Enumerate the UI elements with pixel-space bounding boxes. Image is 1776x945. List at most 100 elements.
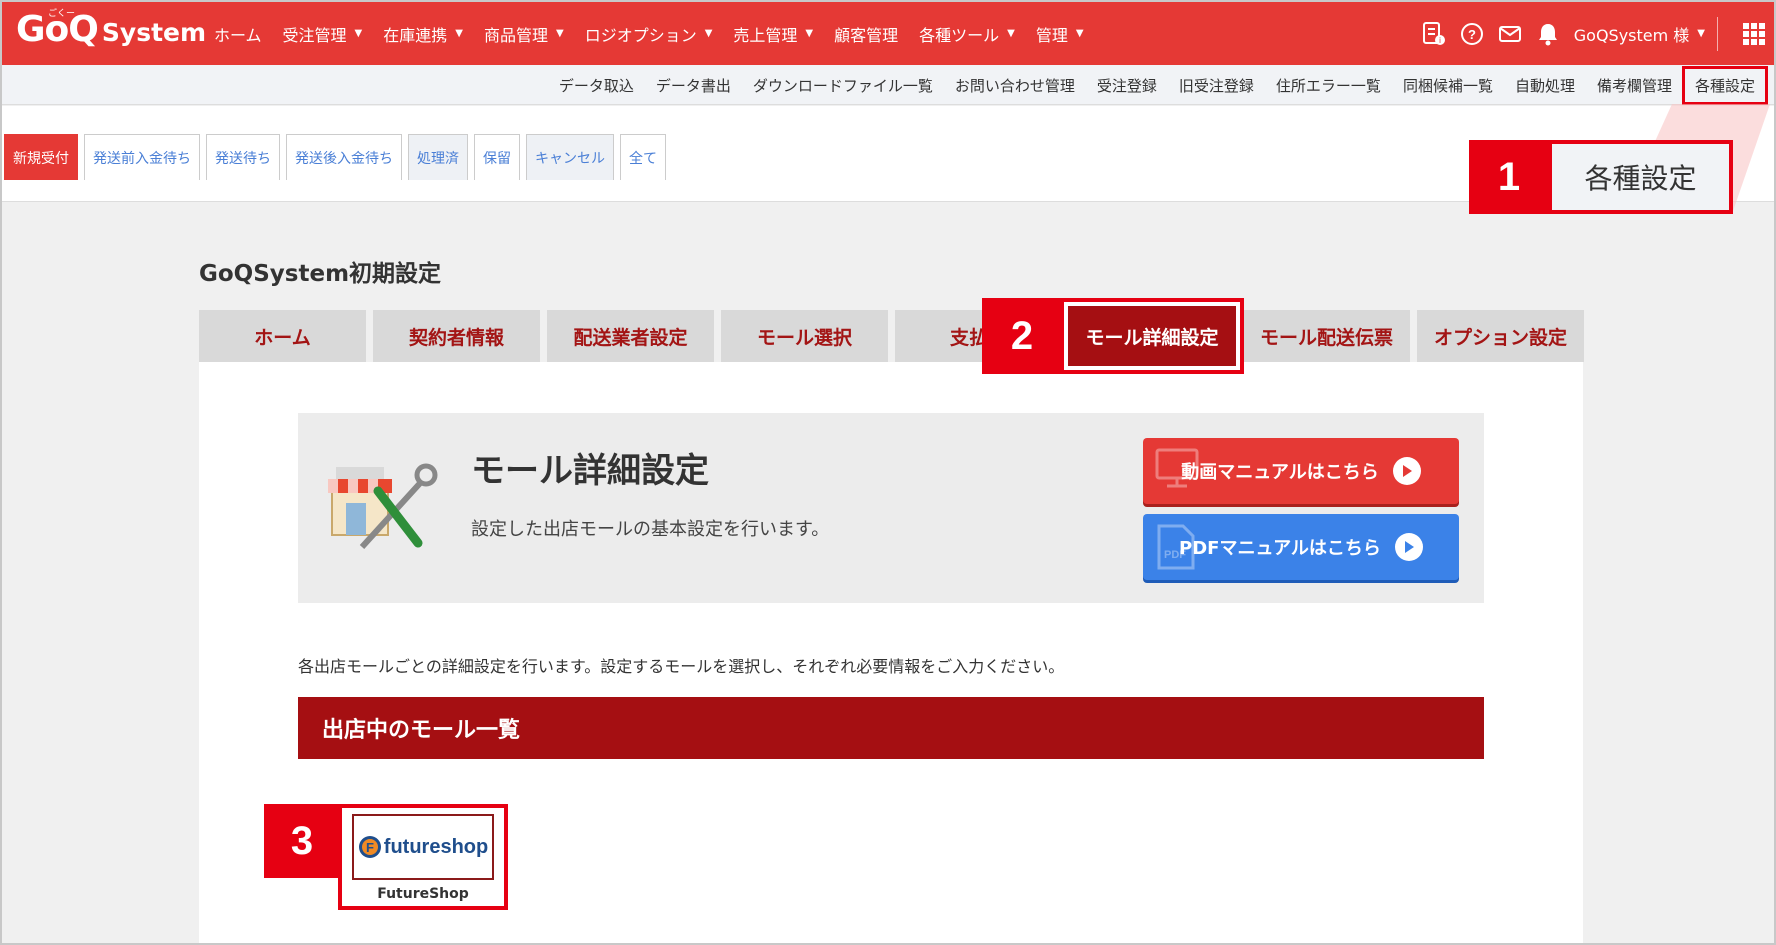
main-nav-item[interactable]: 管理 ▼: [1036, 22, 1084, 46]
settings-tab[interactable]: 契約者情報: [373, 310, 540, 362]
main-nav-item[interactable]: 売上管理 ▼: [733, 22, 813, 46]
main-nav-item[interactable]: 各種ツール ▼: [919, 22, 1015, 46]
hero-description: 設定した出店モールの基本設定を行います。: [471, 519, 830, 540]
status-tabs: 新規受付 発送前入金待ち 発送待ち 発送後入金待ち 処理済 保留 キャンセル 全て: [4, 134, 672, 180]
chevron-down-icon: ▼: [455, 28, 463, 39]
sub-nav-item[interactable]: 自動処理: [1515, 75, 1575, 96]
main-nav-item[interactable]: 受注管理 ▼: [283, 22, 363, 46]
chevron-down-icon: ▼: [555, 28, 564, 39]
sub-nav-item[interactable]: データ書出: [656, 75, 731, 96]
main-nav-item[interactable]: 顧客管理: [834, 22, 898, 46]
sub-nav-item[interactable]: 同梱候補一覧: [1403, 75, 1493, 96]
bell-icon[interactable]: [1534, 20, 1562, 48]
sub-nav-items: データ取込 データ書出 ダウンロードファイル一覧 お問い合わせ管理 受注登録 旧受注登録 住…: [537, 65, 1768, 105]
shop-tools-icon: [322, 451, 440, 555]
chevron-down-icon: ▼: [1075, 28, 1084, 39]
instruction-text: 各出店モールごとの詳細設定を行います。設定するモールを選択し、それぞれ必要情報を…: [298, 657, 1065, 676]
callout-1-number: 1: [1469, 140, 1549, 214]
tab-mall-detail-label: モール詳細設定: [1068, 306, 1236, 366]
settings-tab[interactable]: モール配送伝票: [1243, 310, 1410, 362]
futureshop-logo: F futureshop: [352, 814, 494, 880]
chevron-down-icon: ▼: [805, 28, 814, 39]
main-nav-item[interactable]: ホーム: [214, 22, 262, 46]
main-nav-label: 在庫連携: [383, 25, 448, 45]
sub-nav-item[interactable]: 旧受注登録: [1179, 75, 1254, 96]
main-nav-label: ホーム: [214, 25, 262, 45]
top-navbar: ごくー GoQ System ホーム 受注管理 ▼ 在庫連携 ▼ 商品管理 ▼ ロジオプション…: [2, 2, 1774, 65]
monitor-icon: [1155, 448, 1199, 493]
main-nav-label: 各種ツール: [919, 25, 1000, 45]
main-nav-item[interactable]: 商品管理 ▼: [484, 22, 564, 46]
main-nav-label: 顧客管理: [834, 25, 899, 45]
sub-nav: データ取込 データ書出 ダウンロードファイル一覧 お問い合わせ管理 受注登録 旧受注登録 住…: [2, 65, 1774, 105]
svg-text:F: F: [366, 840, 374, 855]
sub-nav-item[interactable]: データ取込: [559, 75, 634, 96]
settings-tab[interactable]: オプション設定: [1417, 310, 1584, 362]
pdf-manual-label: PDFマニュアルはこちら: [1179, 538, 1381, 559]
settings-tab[interactable]: 配送業者設定: [547, 310, 714, 362]
app-grid-icon[interactable]: [1740, 20, 1768, 48]
status-tab[interactable]: 全て: [620, 134, 666, 180]
user-name: GoQSystem 様: [1573, 25, 1690, 45]
main-nav-label: 売上管理: [733, 25, 798, 45]
logo-ruby: ごくー: [48, 9, 76, 19]
page-title: GoQSystem初期設定: [199, 261, 442, 287]
chevron-down-icon: ▼: [354, 28, 363, 39]
mail-icon[interactable]: [1496, 20, 1524, 48]
callout-3-number: 3: [264, 804, 340, 878]
sub-nav-item[interactable]: 住所エラー一覧: [1276, 75, 1381, 96]
svg-text:?: ?: [1468, 27, 1476, 42]
play-icon: [1394, 533, 1423, 561]
futureshop-logo-text: futureshop: [383, 835, 489, 858]
settings-tab[interactable]: ホーム: [199, 310, 366, 362]
main-nav-item[interactable]: ロジオプション ▼: [585, 22, 713, 46]
screenshot-frame: ごくー GoQ System ホーム 受注管理 ▼ 在庫連携 ▼ 商品管理 ▼ ロジオプション…: [0, 0, 1776, 945]
sub-nav-item[interactable]: 備考欄管理: [1597, 75, 1672, 96]
hero-title: モール詳細設定: [471, 451, 709, 491]
document-info-icon[interactable]: i: [1420, 20, 1448, 48]
sub-nav-item[interactable]: ダウンロードファイル一覧: [753, 75, 933, 96]
chevron-down-icon: ▼: [1697, 28, 1705, 39]
help-icon[interactable]: ?: [1458, 20, 1486, 48]
user-menu[interactable]: GoQSystem 様 ▼: [1574, 22, 1705, 46]
chevron-down-icon: ▼: [1007, 28, 1015, 39]
pdf-manual-button[interactable]: PDF PDFマニュアルはこちら: [1143, 514, 1459, 580]
play-icon: [1392, 457, 1421, 485]
video-manual-button[interactable]: 動画マニュアルはこちら: [1143, 438, 1459, 504]
svg-text:i: i: [1439, 36, 1441, 45]
status-tab[interactable]: 新規受付: [4, 134, 78, 180]
svg-text:PDF: PDF: [1164, 549, 1186, 561]
settings-tab[interactable]: モール選択: [721, 310, 888, 362]
nav-divider: [1717, 16, 1718, 51]
main-nav-label: 受注管理: [282, 25, 347, 45]
mall-card-futureshop[interactable]: F futureshop FutureShop: [338, 804, 508, 910]
main-nav-label: 商品管理: [483, 25, 548, 45]
status-tab[interactable]: 保留: [474, 134, 520, 180]
hero-panel: モール詳細設定 設定した出店モールの基本設定を行います。 動画マニュアルはこちら…: [298, 413, 1484, 603]
callout-1-label: 各種設定: [1548, 140, 1733, 214]
sub-nav-item[interactable]: 受注登録: [1097, 75, 1157, 96]
main-nav: ホーム 受注管理 ▼ 在庫連携 ▼ 商品管理 ▼ ロジオプション ▼ 売上管理 ▼ 顧客管理 各種ツール…: [214, 2, 1105, 65]
status-tab[interactable]: 処理済: [408, 134, 468, 180]
logo-sub-text: System: [101, 18, 207, 47]
tab-mall-detail-settings[interactable]: モール詳細設定: [1060, 298, 1244, 374]
chevron-down-icon: ▼: [704, 28, 713, 39]
mall-name: FutureShop: [377, 886, 469, 902]
status-tab[interactable]: 発送待ち: [206, 134, 280, 180]
settings-tabs: ホーム 契約者情報 配送業者設定 モール選択 支払い モール配送伝票 オプション設定: [199, 310, 1591, 362]
futureshop-emblem-icon: F: [358, 836, 381, 858]
status-tab[interactable]: キャンセル: [526, 134, 614, 180]
goq-logo[interactable]: ごくー GoQ System: [16, 9, 207, 50]
video-manual-label: 動画マニュアルはこちら: [1181, 462, 1379, 483]
pdf-file-icon: PDF: [1155, 524, 1195, 575]
main-nav-item[interactable]: 在庫連携 ▼: [383, 22, 463, 46]
callout-2-number: 2: [982, 298, 1062, 374]
mall-list-header: 出店中のモール一覧: [298, 697, 1484, 759]
main-nav-label: ロジオプション: [584, 25, 697, 45]
right-nav: i ? GoQSystem 様 ▼: [1410, 2, 1768, 65]
sub-nav-item[interactable]: 各種設定: [1681, 65, 1768, 105]
status-tab[interactable]: 発送前入金待ち: [84, 134, 200, 180]
status-tab[interactable]: 発送後入金待ち: [286, 134, 402, 180]
sub-nav-item[interactable]: お問い合わせ管理: [955, 75, 1075, 96]
main-nav-label: 管理: [1035, 25, 1068, 45]
